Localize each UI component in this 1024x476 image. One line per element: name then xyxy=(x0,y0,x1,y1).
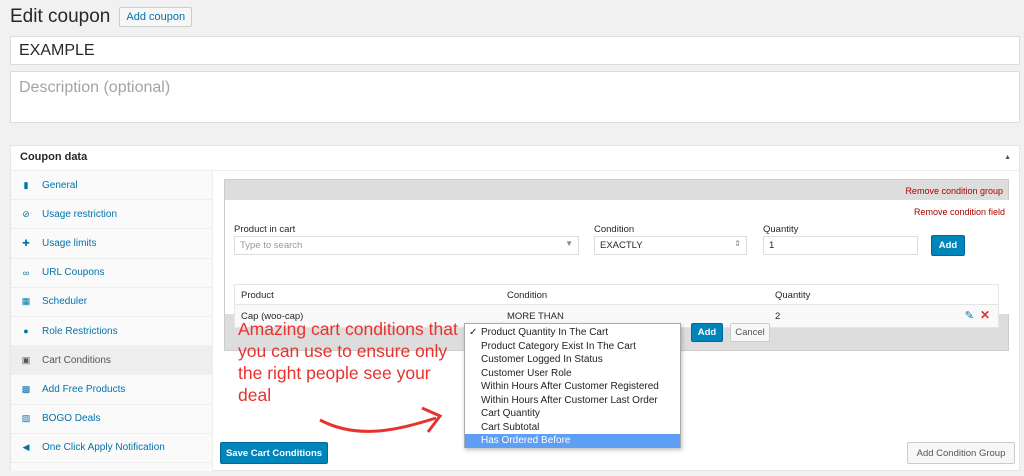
tab-usage-restriction[interactable]: ⊘ Usage restriction xyxy=(11,200,212,230)
add-coupon-button[interactable]: Add coupon xyxy=(119,7,193,27)
tab-bogo-deals[interactable]: ▨ BOGO Deals xyxy=(11,405,212,434)
dropdown-option[interactable]: Product Quantity In The Cart xyxy=(465,326,680,340)
table-header: Product Condition Quantity xyxy=(235,285,998,305)
condition-field: Remove condition field Product in cart T… xyxy=(225,200,1010,328)
dropdown-option[interactable]: Within Hours After Customer Last Order xyxy=(465,394,680,408)
panel-title: Coupon data xyxy=(11,146,1019,171)
remove-condition-group-link[interactable]: Remove condition group xyxy=(905,186,1003,196)
column-header-condition: Condition xyxy=(507,290,548,301)
quantity-label: Quantity xyxy=(763,224,799,235)
gift-icon: ▩ xyxy=(21,383,31,394)
collapse-toggle-icon[interactable]: ▲ xyxy=(1004,154,1011,161)
column-header-quantity: Quantity xyxy=(775,290,811,301)
tab-label: URL Coupons xyxy=(42,267,105,279)
tab-label: Usage restriction xyxy=(42,208,118,220)
dropdown-option[interactable]: Customer Logged In Status xyxy=(465,353,680,367)
condition-select-value: EXACTLY xyxy=(600,240,643,251)
condition-label: Condition xyxy=(594,224,635,235)
tab-usage-limits[interactable]: ✚ Usage limits xyxy=(11,229,212,259)
tab-label: BOGO Deals xyxy=(42,413,101,425)
save-cart-conditions-button[interactable]: Save Cart Conditions xyxy=(220,442,328,464)
tab-label: Usage limits xyxy=(42,237,97,249)
user-icon: ● xyxy=(23,326,29,337)
product-label: Product in cart xyxy=(234,224,296,235)
tab-role-restrictions[interactable]: ● Role Restrictions xyxy=(11,317,212,347)
tab-label: Scheduler xyxy=(42,296,88,308)
dropdown-option-highlighted[interactable]: Has Ordered Before xyxy=(465,434,680,448)
megaphone-icon: ◀ xyxy=(22,442,30,453)
add-condition-field-button[interactable]: Add xyxy=(691,323,723,342)
tab-general[interactable]: ▮ General xyxy=(11,171,212,201)
page-header: Edit coupon Add coupon xyxy=(10,6,193,28)
tag-icon: ▨ xyxy=(21,413,31,424)
add-condition-group-button[interactable]: Add Condition Group xyxy=(907,442,1015,464)
dropdown-option[interactable]: Product Category Exist In The Cart xyxy=(465,340,680,354)
page-title: Edit coupon xyxy=(10,6,111,27)
tab-url-coupons[interactable]: ∞ URL Coupons xyxy=(11,259,212,288)
link-icon: ∞ xyxy=(22,267,30,278)
chevron-down-icon: ▼ xyxy=(565,239,573,248)
pencil-icon[interactable]: ✎ xyxy=(965,309,974,322)
tab-one-click-apply[interactable]: ◀ One Click Apply Notification xyxy=(11,434,212,463)
tab-label: Cart Conditions xyxy=(42,354,111,366)
updown-arrows-icon: ⇕ xyxy=(734,239,741,248)
row-condition: MORE THAN xyxy=(507,311,564,322)
quantity-input[interactable]: 1 xyxy=(763,236,918,255)
coupon-tabs: ▮ General ⊘ Usage restriction ✚ Usage li… xyxy=(11,171,213,471)
dropdown-option[interactable]: Cart Quantity xyxy=(465,407,680,421)
move-arrows-icon: ✚ xyxy=(22,237,30,248)
annotation-arrow-icon xyxy=(319,406,443,433)
description-textarea[interactable]: Description (optional) xyxy=(10,71,1020,123)
ticket-icon: ▮ xyxy=(23,179,29,190)
dropdown-option[interactable]: Customer User Role xyxy=(465,367,680,381)
product-search-placeholder: Type to search xyxy=(240,240,303,251)
cancel-button[interactable]: Cancel xyxy=(730,323,770,342)
tab-scheduler[interactable]: ▦ Scheduler xyxy=(11,288,212,317)
coupon-code-input[interactable]: EXAMPLE xyxy=(10,36,1020,65)
annotation-text: Amazing cart conditions that you can use… xyxy=(238,319,458,405)
tab-label: One Click Apply Notification xyxy=(42,442,165,454)
add-condition-button[interactable]: Add xyxy=(931,235,965,256)
condition-select[interactable]: EXACTLY ⇕ xyxy=(594,236,747,255)
tab-add-free-products[interactable]: ▩ Add Free Products xyxy=(11,375,212,405)
tab-cart-conditions[interactable]: ▣ Cart Conditions xyxy=(11,346,212,376)
column-header-product: Product xyxy=(241,290,274,301)
remove-condition-field-link[interactable]: Remove condition field xyxy=(914,207,1005,217)
tab-label: General xyxy=(42,179,78,191)
tab-label: Role Restrictions xyxy=(42,325,118,337)
row-quantity: 2 xyxy=(775,311,781,322)
no-entry-icon: ⊘ xyxy=(22,208,30,219)
delete-icon[interactable]: ✕ xyxy=(980,308,990,322)
cart-icon: ▣ xyxy=(21,354,31,365)
tab-label: Add Free Products xyxy=(42,383,126,395)
product-search-select[interactable]: Type to search ▼ xyxy=(234,236,579,255)
dropdown-option[interactable]: Cart Subtotal xyxy=(465,421,680,435)
condition-type-dropdown[interactable]: Product Quantity In The Cart Product Cat… xyxy=(464,323,681,448)
calendar-icon: ▦ xyxy=(21,296,31,307)
dropdown-option[interactable]: Within Hours After Customer Registered xyxy=(465,380,680,394)
